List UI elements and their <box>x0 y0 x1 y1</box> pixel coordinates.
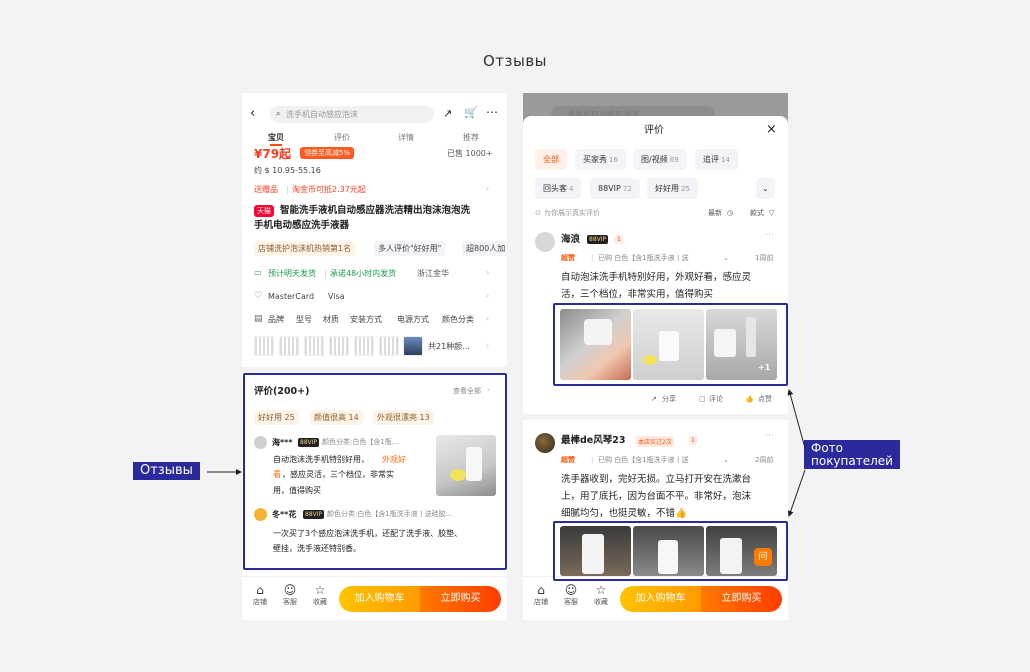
arrow-to-photos-bottom <box>787 469 806 517</box>
callout-arrows <box>207 389 806 517</box>
arrow-to-photos-top <box>787 389 806 449</box>
